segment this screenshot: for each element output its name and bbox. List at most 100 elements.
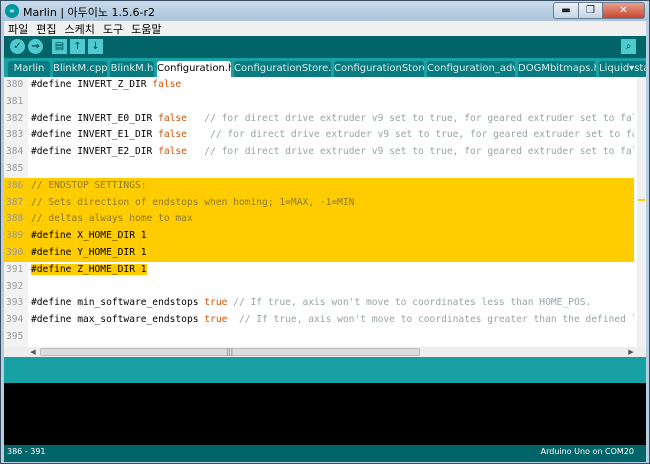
code-keyword: false <box>158 129 187 141</box>
window-title: Marlin | 아두이노 1.5.6-r2 <box>23 6 155 19</box>
scroll-left-icon[interactable]: ◀ <box>28 347 38 357</box>
footer-bar: 386 - 391 Arduino Uno on COM20 <box>4 445 646 462</box>
line-number: 389 <box>6 230 24 242</box>
code-keyword: false <box>158 112 187 124</box>
line-number: 383 <box>6 129 24 141</box>
tab-configurationstore-cpp[interactable]: ConfigurationStore.cpp <box>234 61 331 77</box>
line-content: #define max_software_endstops true // If… <box>31 312 634 329</box>
code-line[interactable]: 382 #define INVERT_E0_DIR false // for di… <box>4 111 634 128</box>
line-content: #define Y_HOME_DIR 1 <box>31 245 147 262</box>
code-line[interactable]: 386 // ENDSTOP SETTINGS: <box>4 177 634 195</box>
tab-blinkm-cpp[interactable]: BlinkM.cpp <box>53 61 107 77</box>
line-content: // Sets direction of endstops when homin… <box>31 195 354 212</box>
tab-dogmbitmaps-h[interactable]: DOGMbitmaps.h <box>518 61 596 77</box>
menu-tools[interactable]: 도구 <box>99 21 127 37</box>
window-controls: ▬ ❐ ✕ <box>553 2 645 20</box>
line-content: #define INVERT_E2_DIR false // for direc… <box>31 144 634 161</box>
menu-edit[interactable]: 편집 <box>32 21 60 37</box>
code-line[interactable]: 390 #define Y_HOME_DIR 1 <box>4 245 634 262</box>
line-number: 387 <box>6 196 24 208</box>
tab-configuration-h[interactable]: Configuration.h § <box>157 61 231 77</box>
grip-icon: ||| <box>226 348 234 356</box>
code-text: #define INVERT_Z_DIR <box>31 79 153 90</box>
code-comment: // for direct drive extruder v9 set to t… <box>186 112 634 124</box>
code-line[interactable]: 385 <box>4 161 634 178</box>
line-content: #define min_software_endstops true // If… <box>31 295 591 312</box>
code-comment: // for direct drive extruder v9 set to t… <box>186 129 634 141</box>
menu-file[interactable]: 파일 <box>4 21 32 37</box>
maximize-button[interactable]: ❐ <box>579 2 603 19</box>
line-content: #define INVERT_E0_DIR false // for direc… <box>31 111 634 128</box>
code-keyword: true <box>204 314 228 326</box>
code-line[interactable]: 392 <box>4 279 634 296</box>
line-number: 381 <box>6 95 24 107</box>
menu-sketch[interactable]: 스케치 <box>61 21 99 37</box>
open-sketch-button[interactable]: ↑ <box>70 39 85 54</box>
line-number: 386 <box>6 179 24 191</box>
code-editor[interactable]: 380 #define INVERT_Z_DIR false 381 382 #defi… <box>4 77 646 347</box>
code-comment: // ENDSTOP SETTINGS: <box>31 179 147 191</box>
code-keyword: true <box>204 297 228 309</box>
code-line[interactable]: 391 #define Z_HOME_DIR 1 <box>4 262 634 279</box>
line-content: #define X_HOME_DIR 1 <box>31 228 147 245</box>
tab-liquidcrystal[interactable]: Liquid▾stal <box>599 61 646 77</box>
arduino-logo-icon: ∞ <box>5 4 19 18</box>
verify-button[interactable]: ✓ <box>10 39 25 54</box>
line-number: 393 <box>6 297 24 309</box>
line-number: 391 <box>6 263 24 275</box>
code-comment: // for direct drive extruder v9 set to t… <box>186 146 634 158</box>
menu-help[interactable]: 도움말 <box>127 21 165 37</box>
code-line[interactable]: 383 #define INVERT_E1_DIR false // for di… <box>4 127 634 144</box>
line-number: 384 <box>6 146 24 158</box>
scroll-right-icon[interactable]: ▶ <box>626 347 636 357</box>
line-number: 390 <box>6 247 24 258</box>
vertical-scrollbar[interactable] <box>637 77 646 347</box>
code-comment: // Sets direction of endstops when homin… <box>31 196 355 208</box>
code-keyword: false <box>152 79 182 90</box>
code-line[interactable]: 381 <box>4 94 634 111</box>
code-line[interactable]: 380 #define INVERT_Z_DIR false <box>4 77 634 94</box>
code-text: #define Y_HOME_DIR 1 <box>31 247 147 258</box>
board-port-indicator: Arduino Uno on COM20 <box>540 447 634 456</box>
upload-button[interactable]: → <box>28 39 43 54</box>
code-comment: // If true, axis won't move to coordinat… <box>238 314 634 326</box>
serial-monitor-button[interactable]: ⌕ <box>621 39 636 54</box>
status-bar <box>4 357 646 383</box>
close-button[interactable]: ✕ <box>603 2 645 19</box>
line-content: #define INVERT_E1_DIR false // for direc… <box>31 127 634 144</box>
new-sketch-button[interactable]: ▤ <box>52 39 67 54</box>
console-output[interactable] <box>4 383 646 445</box>
scrollbar-highlight-mark <box>638 199 645 201</box>
code-line[interactable]: 384 #define INVERT_E2_DIR false // for di… <box>4 144 634 161</box>
line-number: 385 <box>6 163 24 174</box>
code-line[interactable]: 389 #define X_HOME_DIR 1 <box>4 228 634 245</box>
code-line[interactable]: 393 #define min_software_endstops true //… <box>4 295 634 312</box>
code-line[interactable]: 388 // deltas always home to max <box>4 211 634 229</box>
tab-configuration-adv-h[interactable]: Configuration_adv.h <box>427 61 515 77</box>
minimize-button[interactable]: ▬ <box>553 2 579 19</box>
scrollbar-thumb[interactable]: ||| <box>40 348 420 356</box>
horizontal-scrollbar[interactable]: ◀ ||| ▶ <box>4 347 646 357</box>
tab-blinkm-h[interactable]: BlinkM.h <box>110 61 154 77</box>
toolbar: ✓ → ▤ ↑ ↓ ⌕ <box>4 36 646 58</box>
tab-configurationstore-h[interactable]: ConfigurationStore.h <box>334 61 424 77</box>
line-content: // deltas always home to max <box>31 211 193 228</box>
tab-bar: Marlin BlinkM.cpp BlinkM.h Configuration… <box>4 58 646 77</box>
code-keyword: false <box>158 146 187 158</box>
code-line[interactable]: 387 // Sets direction of endstops when ho… <box>4 194 634 212</box>
code-line[interactable]: 394 #define max_software_endstops true //… <box>4 312 634 329</box>
code-comment: // If true, axis won't move to coordinat… <box>227 297 592 309</box>
tab-marlin[interactable]: Marlin <box>8 61 50 77</box>
code-text: #define X_HOME_DIR 1 <box>31 230 147 242</box>
code-text: #define INVERT_E0_DIR <box>31 112 159 124</box>
line-number: 380 <box>6 79 24 90</box>
selected-lines-indicator: 386 - 391 <box>7 447 46 456</box>
code-text: #define Z_HOME_DIR 1 <box>31 263 147 275</box>
code-line[interactable]: 395 <box>4 329 634 346</box>
line-number: 394 <box>6 314 24 326</box>
line-number: 382 <box>6 112 24 124</box>
line-content: #define Z_HOME_DIR 1 <box>31 262 147 279</box>
title-bar[interactable]: ∞ Marlin | 아두이노 1.5.6-r2 ▬ ❐ ✕ <box>1 1 649 21</box>
save-sketch-button[interactable]: ↓ <box>88 39 103 54</box>
line-content: #define INVERT_Z_DIR false <box>31 77 181 94</box>
